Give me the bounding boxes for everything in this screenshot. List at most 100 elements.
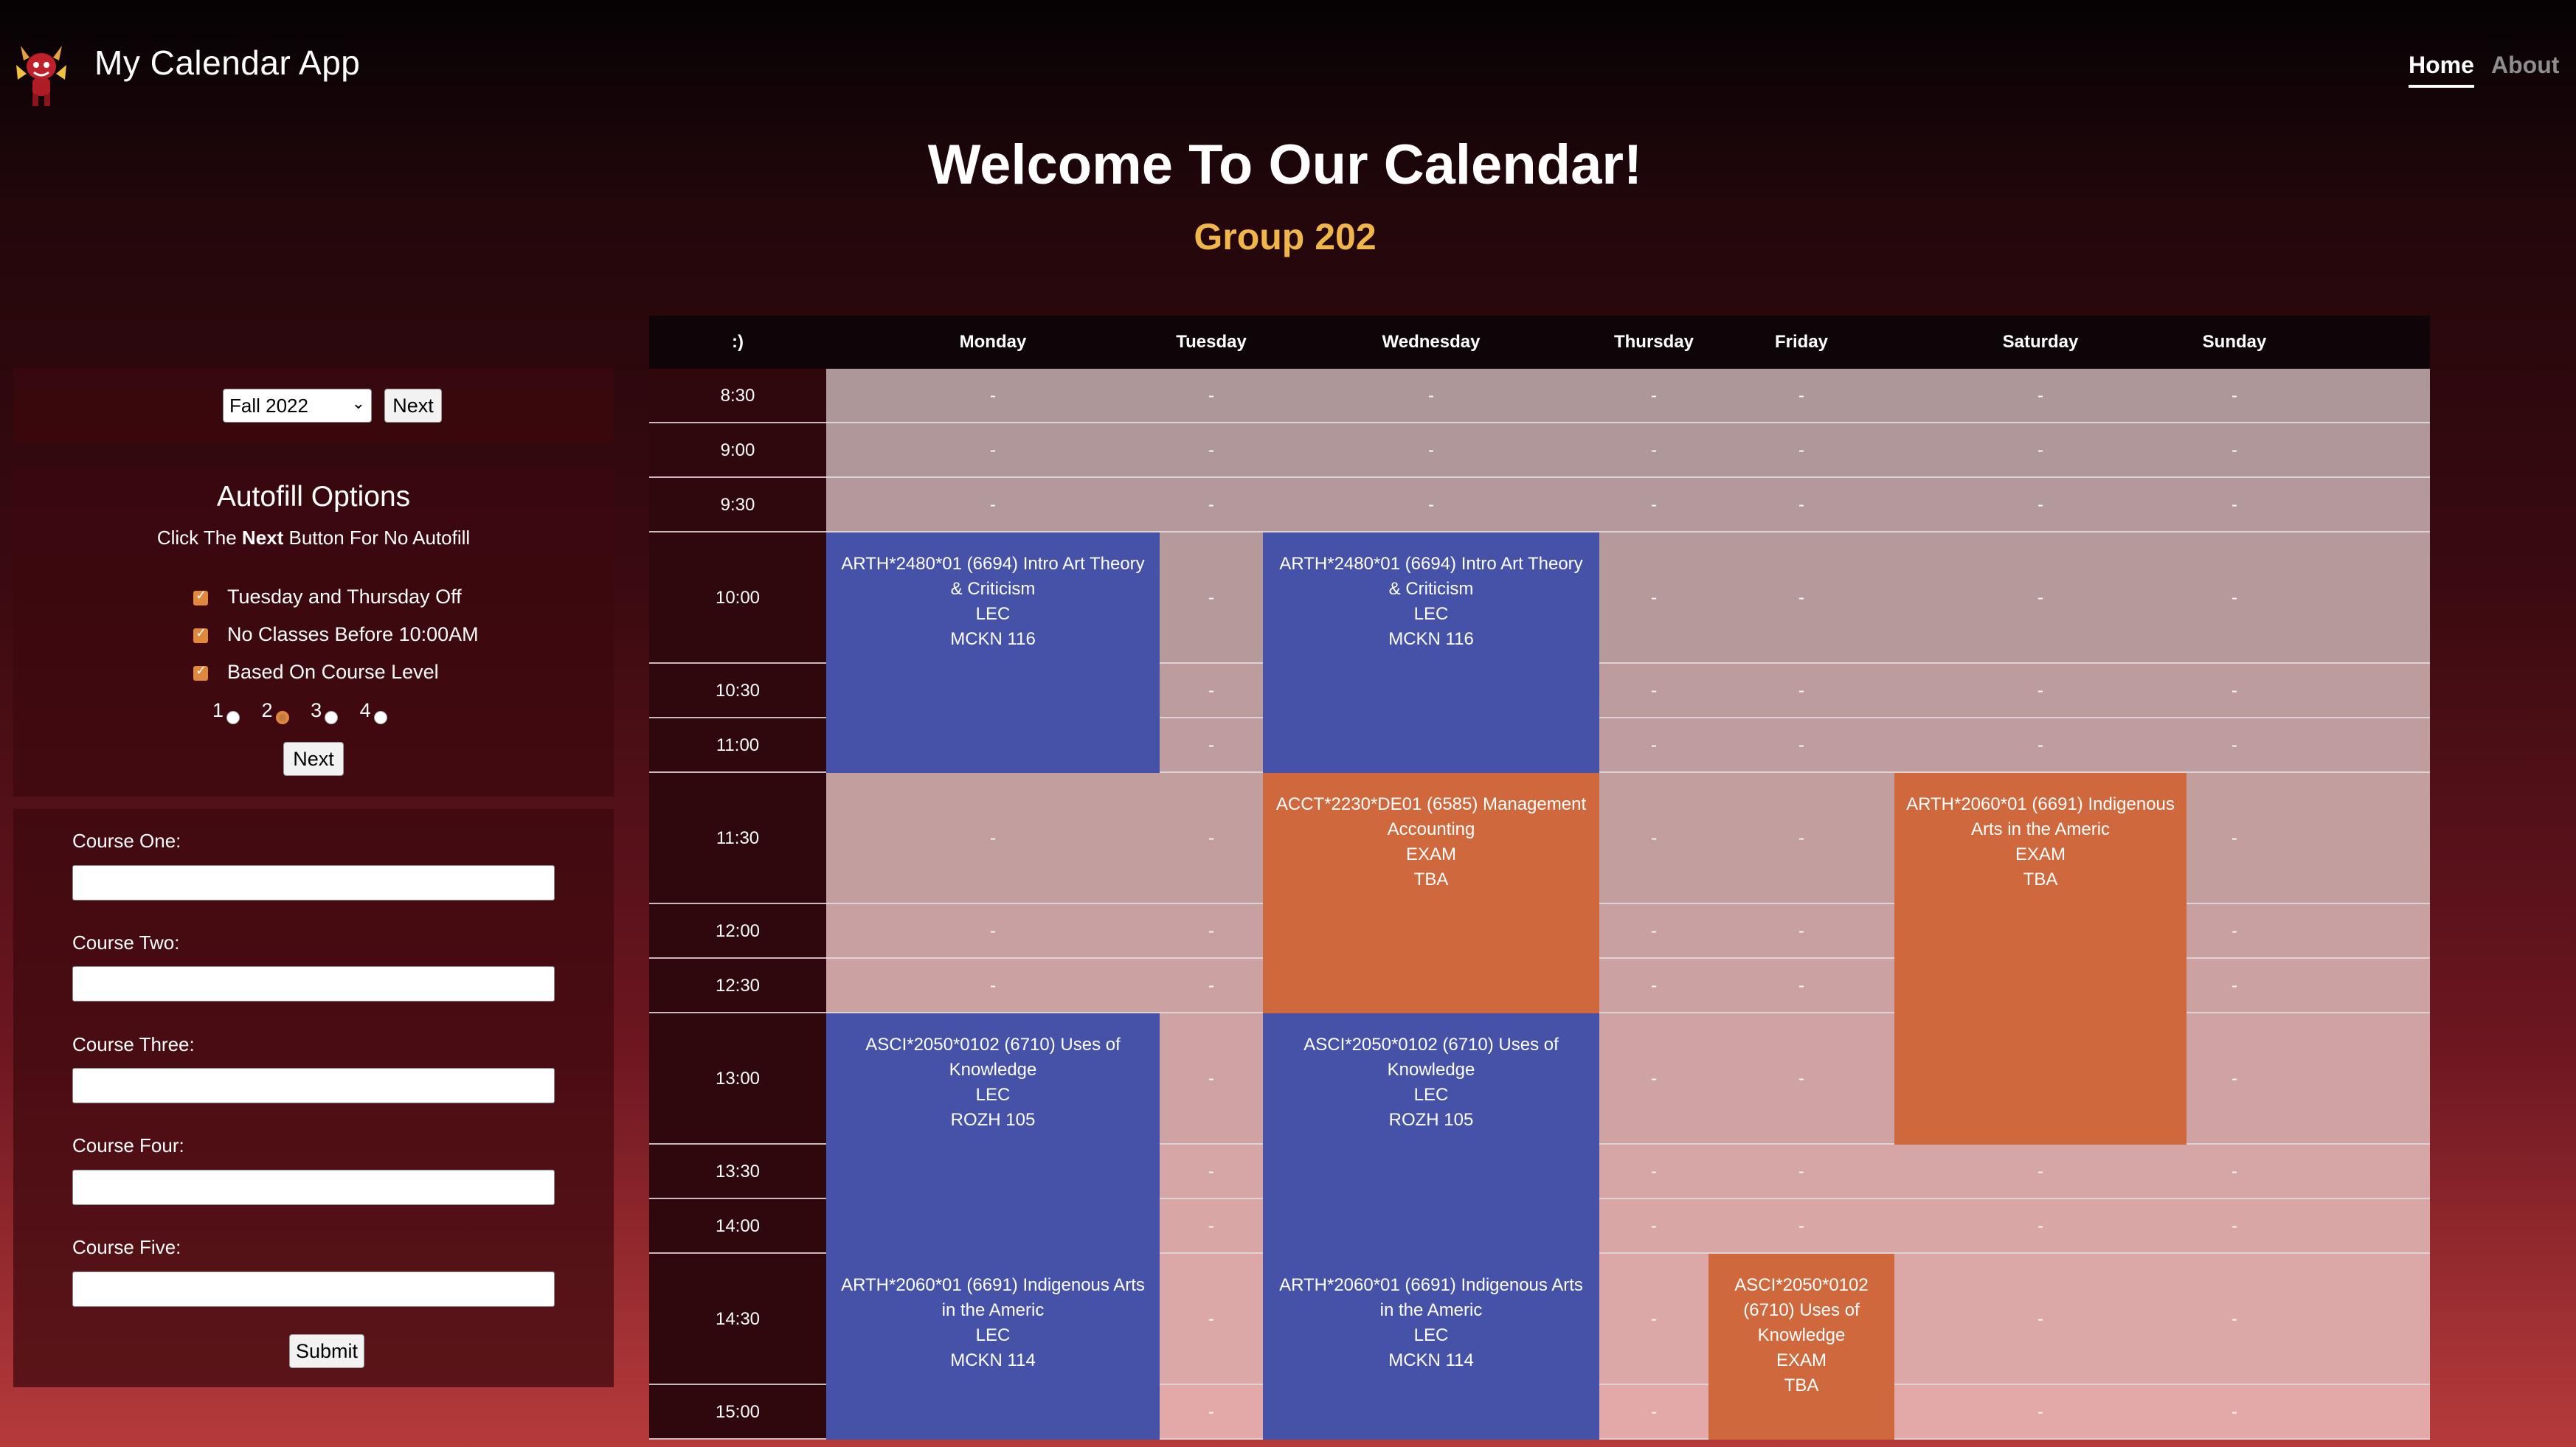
term-select[interactable]: Fall 2022 ⌄ [223, 389, 372, 423]
empty-slot[interactable]: - [1197, 1216, 1226, 1237]
empty-slot[interactable]: - [2220, 386, 2249, 406]
empty-slot[interactable]: - [2220, 1069, 2249, 1089]
calendar-event[interactable]: ARTH*2480*01 (6694) Intro Art Theory & C… [1263, 532, 1599, 773]
empty-slot[interactable]: - [978, 976, 1008, 996]
empty-slot[interactable]: - [2026, 386, 2055, 406]
empty-slot[interactable]: - [1787, 828, 1816, 849]
level-radio-2[interactable]: 2 [262, 699, 289, 724]
checkbox-checked-icon[interactable] [193, 663, 208, 681]
empty-slot[interactable]: - [1787, 1162, 1816, 1182]
empty-slot[interactable]: - [1787, 976, 1816, 996]
empty-slot[interactable]: - [1787, 386, 1816, 406]
empty-slot[interactable]: - [1639, 440, 1669, 461]
empty-slot[interactable]: - [1416, 440, 1446, 461]
empty-slot[interactable]: - [1639, 588, 1669, 608]
empty-slot[interactable]: - [1787, 495, 1816, 516]
autofill-next-button[interactable]: Next [283, 742, 344, 776]
calendar-event[interactable]: ARTH*2060*01 (6691) Indigenous Arts in t… [826, 1254, 1160, 1440]
empty-slot[interactable]: - [1639, 1162, 1669, 1182]
empty-slot[interactable]: - [2220, 681, 2249, 701]
calendar-event[interactable]: ASCI*2050*0102 (6710) Uses of Knowledge L… [1263, 1013, 1599, 1254]
empty-slot[interactable]: - [2026, 588, 2055, 608]
empty-slot[interactable]: - [2026, 495, 2055, 516]
empty-slot[interactable]: - [1787, 735, 1816, 756]
calendar-event[interactable]: ARTH*2480*01 (6694) Intro Art Theory & C… [826, 532, 1160, 773]
empty-slot[interactable]: - [2026, 1402, 2055, 1423]
empty-slot[interactable]: - [2220, 976, 2249, 996]
course-one-input[interactable] [72, 865, 555, 901]
nav-about-link[interactable]: About [2491, 52, 2559, 79]
empty-slot[interactable]: - [1639, 921, 1669, 942]
empty-slot[interactable]: - [1197, 976, 1226, 996]
empty-slot[interactable]: - [1787, 681, 1816, 701]
empty-slot[interactable]: - [2220, 735, 2249, 756]
level-radio-4[interactable]: 4 [360, 699, 387, 724]
empty-slot[interactable]: - [1639, 976, 1669, 996]
nav-home-link[interactable]: Home [2409, 52, 2474, 88]
empty-slot[interactable]: - [1639, 1069, 1669, 1089]
empty-slot[interactable]: - [1197, 495, 1226, 516]
empty-slot[interactable]: - [2026, 1216, 2055, 1237]
empty-slot[interactable]: - [1416, 386, 1446, 406]
empty-slot[interactable]: - [2026, 681, 2055, 701]
empty-slot[interactable]: - [1197, 735, 1226, 756]
empty-slot[interactable]: - [2220, 1162, 2249, 1182]
empty-slot[interactable]: - [2026, 735, 2055, 756]
empty-slot[interactable]: - [2220, 495, 2249, 516]
empty-slot[interactable]: - [1197, 1162, 1226, 1182]
empty-slot[interactable]: - [2220, 1216, 2249, 1237]
empty-slot[interactable]: - [1639, 828, 1669, 849]
submit-button[interactable]: Submit [289, 1334, 364, 1368]
empty-slot[interactable]: - [1197, 1402, 1226, 1423]
calendar-event[interactable]: ASCI*2050*0102 (6710) Uses of Knowledge E… [1708, 1254, 1894, 1440]
empty-slot[interactable]: - [1787, 1069, 1816, 1089]
empty-slot[interactable]: - [978, 386, 1008, 406]
empty-slot[interactable]: - [2220, 1309, 2249, 1330]
course-five-input[interactable] [72, 1271, 555, 1307]
course-three-input[interactable] [72, 1068, 555, 1103]
checkbox-checked-icon[interactable] [193, 625, 208, 643]
calendar-event[interactable]: ASCI*2050*0102 (6710) Uses of Knowledge L… [826, 1013, 1160, 1254]
term-next-button[interactable]: Next [384, 389, 442, 423]
empty-slot[interactable]: - [978, 828, 1008, 849]
empty-slot[interactable]: - [1639, 681, 1669, 701]
empty-slot[interactable]: - [2220, 1402, 2249, 1423]
empty-slot[interactable]: - [1197, 1069, 1226, 1089]
empty-slot[interactable]: - [1639, 1309, 1669, 1330]
empty-slot[interactable]: - [1787, 440, 1816, 461]
empty-slot[interactable]: - [1787, 921, 1816, 942]
empty-slot[interactable]: - [1197, 440, 1226, 461]
empty-slot[interactable]: - [2220, 828, 2249, 849]
level-radio-3[interactable]: 3 [311, 699, 339, 724]
empty-slot[interactable]: - [2220, 588, 2249, 608]
empty-slot[interactable]: - [1787, 1216, 1816, 1237]
level-radio-1[interactable]: 1 [212, 699, 240, 724]
radio-selected-icon[interactable] [275, 711, 289, 724]
radio-icon[interactable] [325, 711, 339, 724]
calendar-event[interactable]: ACCT*2230*DE01 (6585) Management Account… [1263, 773, 1599, 1013]
empty-slot[interactable]: - [1197, 921, 1226, 942]
option-course-level[interactable]: Based On Course Level [193, 661, 439, 684]
radio-icon[interactable] [373, 711, 387, 724]
empty-slot[interactable]: - [1197, 1309, 1226, 1330]
option-tue-thu-off[interactable]: Tuesday and Thursday Off [193, 586, 462, 608]
checkbox-checked-icon[interactable] [193, 588, 208, 605]
empty-slot[interactable]: - [978, 440, 1008, 461]
empty-slot[interactable]: - [978, 495, 1008, 516]
course-two-input[interactable] [72, 966, 555, 1002]
option-no-early-classes[interactable]: No Classes Before 10:00AM [193, 623, 479, 646]
empty-slot[interactable]: - [978, 921, 1008, 942]
empty-slot[interactable]: - [2026, 440, 2055, 461]
empty-slot[interactable]: - [1197, 681, 1226, 701]
calendar-event[interactable]: ARTH*2060*01 (6691) Indigenous Arts in t… [1894, 773, 2187, 1145]
empty-slot[interactable]: - [2026, 1162, 2055, 1182]
empty-slot[interactable]: - [1197, 828, 1226, 849]
empty-slot[interactable]: - [1197, 386, 1226, 406]
empty-slot[interactable]: - [1639, 1402, 1669, 1423]
empty-slot[interactable]: - [1639, 1216, 1669, 1237]
radio-icon[interactable] [226, 711, 240, 724]
empty-slot[interactable]: - [1416, 495, 1446, 516]
empty-slot[interactable]: - [2220, 440, 2249, 461]
course-four-input[interactable] [72, 1170, 555, 1205]
calendar-event[interactable]: ARTH*2060*01 (6691) Indigenous Arts in t… [1263, 1254, 1599, 1440]
